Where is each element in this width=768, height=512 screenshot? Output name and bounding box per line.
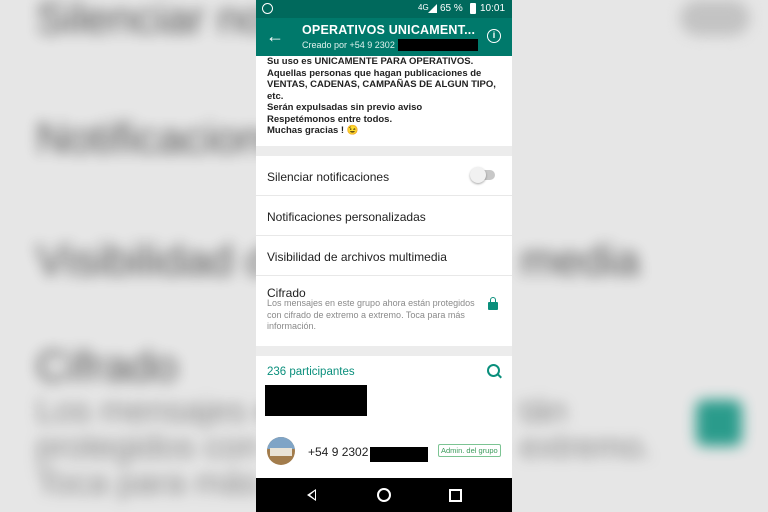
lock-icon <box>488 297 498 310</box>
bg-enc-d1r: tán <box>520 392 568 430</box>
description-line: Muchas gracias ! 😉 <box>267 125 359 136</box>
encryption-description: Los mensajes en este grupo ahora están p… <box>267 298 475 331</box>
admin-badge: Admin. del grupo <box>438 444 501 457</box>
whatsapp-icon <box>262 3 273 14</box>
media-visibility-label: Visibilidad de archivos multimedia <box>267 250 447 264</box>
description-line: Serán expulsadas sin previo aviso <box>267 102 423 113</box>
signal-icon <box>428 4 437 13</box>
nav-home-icon[interactable] <box>377 488 391 502</box>
redaction-bar <box>370 447 428 462</box>
bg-enc-d3: Toca para más <box>36 464 259 502</box>
status-bar: 4G 65 % 10:01 <box>256 0 512 18</box>
nav-recents-icon[interactable] <box>449 489 462 502</box>
nav-back-icon[interactable] <box>307 489 316 501</box>
bg-lock-icon <box>696 400 742 446</box>
avatar[interactable] <box>267 437 295 465</box>
bg-media-right-text: media <box>520 236 640 285</box>
bg-enc-text: Cifrado <box>36 342 178 391</box>
group-creator: Creado por +54 9 2302 <box>302 40 395 50</box>
info-icon[interactable]: i <box>487 29 501 43</box>
battery-icon <box>470 3 476 14</box>
group-description: Su uso es UNICAMENTE PARA OPERATIVOS. Aq… <box>267 56 507 137</box>
description-line: Respetémonos entre todos. <box>267 113 393 125</box>
description-line: VENTAS, CADENAS, CAMPAÑAS DE ALGUN TIPO, <box>267 79 496 90</box>
custom-notifications-row[interactable]: Notificaciones personalizadas <box>256 196 512 236</box>
redaction-bar <box>398 39 478 51</box>
back-arrow-icon[interactable]: ← <box>266 27 284 45</box>
bg-enc-d1: Los mensajes en <box>36 392 294 430</box>
description-line: Su uso es UNICAMENTE PARA OPERATIVOS. <box>267 56 474 67</box>
participant-phone: +54 9 2302 <box>308 445 369 459</box>
section-divider <box>256 346 512 356</box>
system-nav-bar <box>256 478 512 512</box>
battery-percent: 65 % <box>440 3 463 14</box>
mute-toggle[interactable] <box>470 167 495 183</box>
phone-screen: 4G 65 % 10:01 ← OPERATIVOS UNICAMENT... … <box>256 0 512 512</box>
search-icon[interactable] <box>487 364 500 377</box>
app-bar: ← OPERATIVOS UNICAMENT... Creado por +54… <box>256 18 512 56</box>
custom-notifications-label: Notificaciones personalizadas <box>267 210 426 224</box>
description-line: etc. <box>267 90 284 102</box>
mute-notifications-row[interactable]: Silenciar notificaciones <box>256 156 512 196</box>
bg-enc-d2: protegidos con c <box>36 428 286 466</box>
toggle-knob <box>470 167 486 183</box>
media-visibility-row[interactable]: Visibilidad de archivos multimedia <box>256 236 512 276</box>
bg-enc-d2r: extremo. <box>520 428 653 466</box>
group-title: OPERATIVOS UNICAMENT... <box>302 23 476 37</box>
redacted-participant <box>265 385 367 416</box>
participants-count: 236 participantes <box>267 366 355 378</box>
encryption-row[interactable]: Cifrado Los mensajes en este grupo ahora… <box>256 276 512 346</box>
clock: 10:01 <box>480 3 506 14</box>
mute-notifications-label: Silenciar notificaciones <box>267 170 390 184</box>
description-line: Aquellas personas que hagan publicacione… <box>267 67 482 79</box>
section-divider <box>256 146 512 156</box>
bg-toggle <box>680 0 750 36</box>
